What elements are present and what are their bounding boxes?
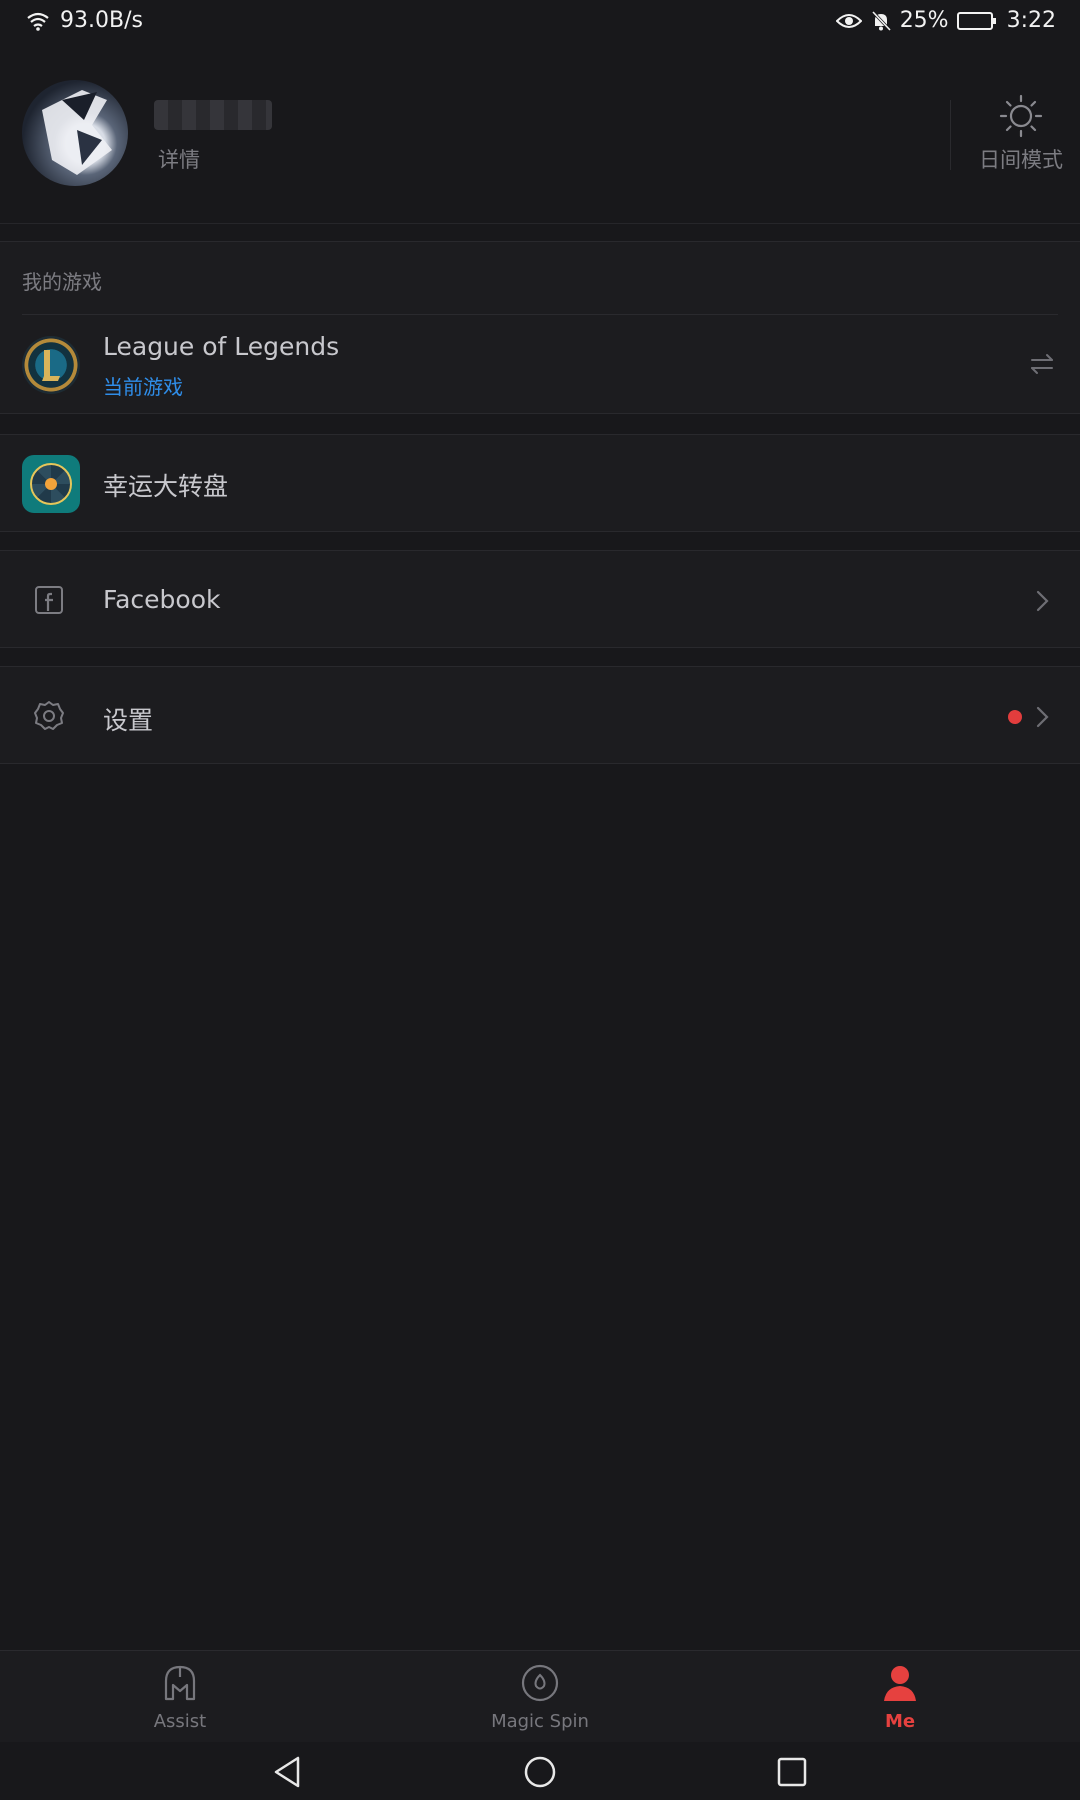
lucky-wheel-icon — [22, 455, 80, 513]
lucky-wheel-row[interactable]: 幸运大转盘 — [0, 434, 1080, 532]
bottom-navigation: Assist Magic Spin Me — [0, 1650, 1080, 1742]
profile-detail-link[interactable]: 详情 — [158, 144, 200, 174]
divider — [22, 314, 1058, 315]
username-redacted[interactable] — [154, 100, 272, 130]
game-name: League of Legends — [103, 332, 340, 361]
notification-badge — [1008, 710, 1022, 724]
switch-game-icon[interactable] — [1028, 350, 1056, 378]
clock: 3:22 — [1006, 8, 1056, 33]
me-screen: 93.0B/s 25% 3:22 详情 日间模式 我的游戏 League of … — [0, 0, 1080, 1800]
league-of-legends-icon — [22, 336, 80, 394]
status-bar: 93.0B/s 25% 3:22 — [0, 0, 1080, 46]
recents-icon[interactable] — [772, 1752, 812, 1792]
network-speed: 93.0B/s — [60, 8, 143, 33]
system-navigation-bar — [0, 1742, 1080, 1800]
tab-me-label: Me — [884, 1711, 916, 1732]
tab-assist[interactable]: Assist — [80, 1651, 280, 1743]
person-icon — [884, 1666, 916, 1701]
battery-percent: 25% — [899, 8, 949, 33]
settings-row[interactable]: 设置 — [0, 666, 1080, 764]
divider — [950, 100, 951, 170]
tab-magic-spin[interactable]: Magic Spin — [440, 1651, 640, 1743]
eye-icon — [835, 13, 862, 28]
gear-icon — [34, 701, 64, 730]
facebook-row[interactable]: Facebook — [0, 550, 1080, 648]
day-mode-button[interactable]: 日间模式 — [966, 94, 1076, 186]
sun-icon — [999, 94, 1043, 138]
facebook-icon — [35, 586, 63, 614]
day-mode-label: 日间模式 — [979, 148, 1063, 172]
tab-magic-spin-label: Magic Spin — [491, 1711, 589, 1732]
chevron-right-icon — [1036, 706, 1049, 728]
facebook-label: Facebook — [103, 585, 221, 614]
tab-me[interactable]: Me — [800, 1651, 1000, 1743]
muted-bell-icon — [871, 10, 891, 31]
profile-header: 详情 日间模式 — [0, 46, 1080, 224]
spin-icon — [521, 1664, 559, 1702]
lucky-wheel-label: 幸运大转盘 — [103, 472, 229, 501]
section-title: 我的游戏 — [22, 270, 102, 294]
avatar[interactable] — [22, 80, 128, 186]
my-games-section: 我的游戏 League of Legends 当前游戏 — [0, 241, 1080, 414]
home-icon[interactable] — [520, 1752, 560, 1792]
wifi-icon — [27, 12, 49, 31]
current-game-label: 当前游戏 — [103, 375, 183, 399]
settings-label: 设置 — [103, 706, 154, 735]
helmet-icon — [164, 1665, 196, 1701]
chevron-right-icon — [1036, 590, 1049, 612]
back-icon[interactable] — [268, 1752, 308, 1792]
battery-icon — [956, 11, 996, 30]
tab-assist-label: Assist — [153, 1711, 207, 1732]
current-game-row[interactable]: League of Legends 当前游戏 — [0, 316, 1080, 414]
